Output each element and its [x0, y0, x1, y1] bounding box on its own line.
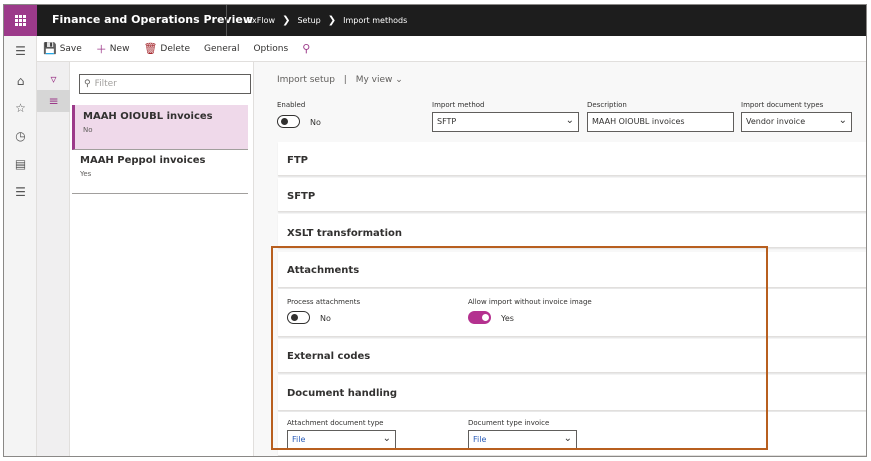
- list-toolbar: ▿ ≡: [37, 62, 70, 456]
- list-pane: ⚲ Filter MAAH OIOUBL invoices No MAAH Pe…: [70, 62, 254, 456]
- breadcrumb-import-methods[interactable]: Import methods: [343, 16, 407, 25]
- import-document-types-select[interactable]: Vendor invoice ⌄: [741, 112, 852, 132]
- sftp-section-header: SFTP: [287, 191, 316, 202]
- chevron-down-icon: ⌄: [395, 75, 403, 85]
- list-item-title: MAAH OIOUBL invoices: [83, 111, 213, 122]
- enabled-toggle[interactable]: [277, 115, 300, 128]
- chevron-down-icon: ⌄: [838, 115, 847, 126]
- app-title: Finance and Operations Preview: [52, 13, 253, 26]
- import-document-types-label: Import document types: [741, 101, 824, 109]
- breadcrumb-setup[interactable]: Setup: [297, 16, 320, 25]
- waffle-icon: [15, 15, 26, 26]
- filter-input[interactable]: ⚲ Filter: [79, 74, 251, 94]
- chevron-down-icon: ⌄: [565, 115, 574, 126]
- options-tab[interactable]: Options: [253, 44, 288, 54]
- xslt-section-header: XSLT transformation: [287, 228, 402, 239]
- view-selector[interactable]: My view ⌄: [356, 75, 403, 85]
- hamburger-menu-icon[interactable]: ☰: [4, 44, 37, 58]
- top-bar: Finance and Operations Preview ExFlow ❯ …: [4, 5, 866, 36]
- filter-funnel-icon[interactable]: ▿: [37, 72, 70, 86]
- list-item-subtitle: No: [83, 126, 93, 134]
- filter-placeholder: Filter: [94, 79, 117, 89]
- view-separator: |: [343, 75, 347, 85]
- view-header: Import setup | My view ⌄: [277, 75, 403, 85]
- import-method-label: Import method: [432, 101, 485, 109]
- sftp-section[interactable]: SFTP: [278, 178, 866, 212]
- save-icon: 💾: [43, 42, 57, 55]
- plus-icon: ＋: [95, 42, 107, 56]
- description-label: Description: [587, 101, 627, 109]
- chevron-right-icon: ❯: [282, 15, 291, 26]
- breadcrumb: ExFlow ❯ Setup ❯ Import methods: [226, 5, 407, 36]
- search-icon[interactable]: ⚲: [302, 42, 313, 55]
- page-title: Import setup: [277, 75, 335, 85]
- search-icon: ⚲: [84, 79, 91, 89]
- list-lines-icon[interactable]: ≡: [37, 94, 70, 108]
- delete-button[interactable]: 🗑 Delete: [143, 42, 190, 55]
- enabled-value: No: [310, 118, 321, 127]
- list-item[interactable]: MAAH Peppol invoices Yes: [72, 149, 248, 194]
- import-method-select[interactable]: SFTP ⌄: [432, 112, 579, 132]
- recent-clock-icon[interactable]: ◷: [4, 129, 37, 143]
- list-item[interactable]: MAAH OIOUBL invoices No: [72, 105, 248, 150]
- home-icon[interactable]: ⌂: [4, 74, 37, 88]
- navigation-rail: ☰ ⌂ ☆ ◷ ▤ ☰: [4, 36, 37, 456]
- chevron-right-icon: ❯: [327, 15, 337, 26]
- xslt-section[interactable]: XSLT transformation: [278, 214, 866, 248]
- save-button[interactable]: 💾 Save: [43, 42, 82, 55]
- favorites-star-icon[interactable]: ☆: [4, 101, 37, 115]
- ftp-section[interactable]: FTP: [278, 142, 866, 176]
- ftp-section-header: FTP: [287, 155, 308, 166]
- highlight-box: [271, 246, 768, 450]
- new-button[interactable]: ＋ New: [96, 41, 130, 57]
- action-pane: 💾 Save ＋ New 🗑 Delete General Options ⚲: [37, 36, 866, 62]
- description-input[interactable]: MAAH OIOUBL invoices: [587, 112, 734, 132]
- workspaces-icon[interactable]: ▤: [4, 157, 37, 171]
- enabled-label: Enabled: [277, 101, 306, 109]
- list-item-subtitle: Yes: [80, 170, 92, 178]
- general-tab[interactable]: General: [204, 44, 239, 54]
- app-launcher-button[interactable]: [4, 5, 37, 36]
- breadcrumb-exflow[interactable]: ExFlow: [247, 16, 275, 25]
- trash-icon: 🗑: [143, 42, 158, 55]
- modules-list-icon[interactable]: ☰: [4, 185, 37, 199]
- list-item-title: MAAH Peppol invoices: [80, 155, 206, 166]
